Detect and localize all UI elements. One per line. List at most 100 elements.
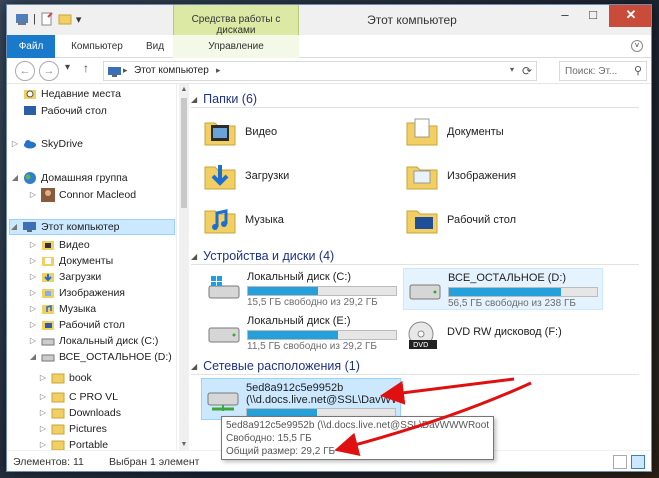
collapse-group-icon[interactable]: ◢: [191, 95, 197, 104]
sidebar-item-label: Видео: [59, 239, 90, 251]
sidebar-item-this-pc[interactable]: ◢ Этот компьютер: [9, 219, 175, 235]
network-drive-tile-z[interactable]: 5ed8a912c5e9952b (\\d.docs.live.net@SSL\…: [201, 378, 401, 420]
expand-arrow-icon[interactable]: ▷: [39, 421, 47, 437]
desktop-icon: [24, 106, 36, 115]
sidebar-item-pictures-d[interactable]: ▷ Pictures: [39, 421, 107, 437]
search-icon[interactable]: ⚲: [634, 64, 642, 77]
status-item-count: Элементов: 11: [13, 456, 84, 468]
folder-tile-pictures[interactable]: Изображения: [405, 156, 516, 196]
drive-label: 5ed8a912c5e9952b: [246, 382, 344, 394]
folder-tile-music[interactable]: Музыка: [203, 200, 284, 240]
dvd-drive-icon: DVD: [408, 321, 437, 349]
close-button[interactable]: ✕: [609, 5, 651, 27]
minimize-button[interactable]: –: [551, 5, 579, 27]
desktop-folder-icon: [42, 321, 54, 330]
expand-arrow-icon[interactable]: ▷: [29, 237, 37, 253]
folder-tile-video[interactable]: Видео: [203, 112, 277, 152]
sidebar-item-drive-c[interactable]: ▷ Локальный диск (C:): [29, 333, 158, 349]
breadcrumb-separator-icon[interactable]: ▸: [123, 65, 128, 76]
breadcrumb-separator-icon[interactable]: ▸: [216, 65, 221, 76]
expand-arrow-icon[interactable]: ▷: [29, 253, 37, 269]
tab-manage[interactable]: Управление: [173, 35, 299, 58]
sidebar-item-downloads[interactable]: ▷ Загрузки: [29, 269, 101, 285]
collapse-group-icon[interactable]: ◢: [191, 362, 197, 371]
sidebar-item-desktop-folder[interactable]: ▷ Рабочий стол: [29, 317, 125, 333]
collapse-arrow-icon[interactable]: ◢: [10, 219, 18, 235]
details-view-icon[interactable]: [613, 455, 627, 469]
folder-tile-desktop[interactable]: Рабочий стол: [405, 200, 516, 240]
tiles-view-icon[interactable]: [631, 455, 645, 469]
content-pane: ◢ Папки (6) Видео Документы Загрузки Изо…: [189, 84, 651, 450]
expand-arrow-icon[interactable]: ▷: [29, 333, 37, 349]
new-folder-icon[interactable]: [58, 12, 72, 26]
group-header-devices[interactable]: ◢ Устройства и диски (4): [191, 247, 639, 265]
folder-icon: [51, 408, 65, 419]
folder-tile-downloads[interactable]: Загрузки: [203, 156, 289, 196]
recent-locations-icon[interactable]: ▾: [65, 62, 70, 73]
sidebar-item-label: book: [69, 372, 92, 384]
scroll-up-icon[interactable]: ▲: [179, 86, 189, 93]
address-dropdown-icon[interactable]: ▾: [510, 65, 514, 74]
tooltip-line-name: 5ed8a912c5e9952b (\\d.docs.live.net@SSL\…: [226, 420, 489, 431]
sidebar-item-desktop[interactable]: Рабочий стол: [23, 103, 107, 119]
group-divider: [191, 264, 639, 265]
sidebar-item-c-pro-vl[interactable]: ▷ C PRO VL: [39, 389, 118, 405]
tab-file[interactable]: Файл: [7, 35, 55, 58]
group-header-folders[interactable]: ◢ Папки (6): [191, 90, 639, 108]
drive-label: ВСЕ_ОСТАЛЬНОЕ (D:): [448, 272, 567, 284]
forward-button[interactable]: →: [39, 61, 59, 81]
sidebar-item-downloads-d[interactable]: ▷ Downloads: [39, 405, 121, 421]
expand-arrow-icon[interactable]: ▷: [39, 370, 47, 386]
sidebar-item-documents[interactable]: ▷ Документы: [29, 253, 113, 269]
address-bar[interactable]: ▸ Этот компьютер ▸ ▾ ⟳: [103, 61, 537, 81]
scrollbar-thumb[interactable]: [181, 98, 187, 208]
up-button[interactable]: ↑: [83, 61, 89, 75]
maximize-button[interactable]: □: [579, 5, 607, 27]
search-box[interactable]: Поиск: Эт... ⚲: [559, 61, 647, 81]
sidebar-item-skydrive[interactable]: ▷ SkyDrive: [11, 136, 83, 152]
sidebar-item-recent-places[interactable]: Недавние места: [23, 86, 121, 102]
computer-icon: [108, 67, 121, 77]
sidebar-item-drive-d[interactable]: ◢ ВСЕ_ОСТАЛЬНОЕ (D:): [29, 349, 172, 365]
refresh-icon[interactable]: ⟳: [522, 64, 532, 78]
drive-tile-c[interactable]: Локальный диск (C:) 15,5 ГБ свободно из …: [203, 268, 399, 310]
expand-arrow-icon[interactable]: ▷: [39, 389, 47, 405]
collapse-arrow-icon[interactable]: ◢: [29, 349, 37, 365]
scroll-down-icon[interactable]: ▼: [179, 441, 189, 448]
customize-qat-icon[interactable]: ▾: [76, 13, 82, 26]
navigation-bar: ← → ▾ ↑ ▸ Этот компьютер ▸ ▾ ⟳ Поиск: Эт…: [7, 58, 651, 84]
sidebar-item-music[interactable]: ▷ Музыка: [29, 301, 96, 317]
collapse-group-icon[interactable]: ◢: [191, 252, 197, 261]
sidebar-item-book[interactable]: ▷ book: [39, 370, 92, 386]
back-button[interactable]: ←: [15, 61, 35, 81]
folder-tile-documents[interactable]: Документы: [405, 112, 504, 152]
properties-icon[interactable]: [40, 12, 54, 26]
expand-arrow-icon[interactable]: ▷: [39, 405, 47, 421]
context-tools-header: Средства работы с дисками: [173, 5, 299, 36]
sidebar-item-user[interactable]: ▷ Connor Macleod: [29, 187, 136, 203]
folder-label: Рабочий стол: [447, 214, 517, 226]
expand-arrow-icon[interactable]: ▷: [29, 285, 37, 301]
tab-computer[interactable]: Компьютер: [65, 35, 129, 58]
group-header-network[interactable]: ◢ Сетевые расположения (1): [191, 357, 639, 375]
sidebar-item-homegroup[interactable]: ◢ Домашняя группа: [11, 170, 128, 186]
drive-tile-dvd[interactable]: DVD DVD RW дисковод (F:): [403, 312, 599, 354]
expand-arrow-icon[interactable]: ▷: [29, 301, 37, 317]
sidebar-item-pictures[interactable]: ▷ Изображения: [29, 285, 125, 301]
sidebar-scrollbar[interactable]: ▲ ▼: [179, 84, 189, 450]
sidebar-item-label: Downloads: [69, 407, 121, 419]
expand-arrow-icon[interactable]: ▷: [29, 269, 37, 285]
breadcrumb-current[interactable]: Этот компьютер: [134, 65, 209, 76]
expand-arrow-icon[interactable]: ▷: [29, 317, 37, 333]
expand-arrow-icon[interactable]: ▷: [29, 187, 37, 203]
sidebar-item-video[interactable]: ▷ Видео: [29, 237, 90, 253]
collapse-arrow-icon[interactable]: ◢: [11, 170, 19, 186]
drive-tile-e[interactable]: Локальный диск (E:) 11,5 ГБ свободно из …: [203, 312, 399, 354]
expand-arrow-icon[interactable]: ▷: [11, 136, 19, 152]
drive-tile-d[interactable]: ВСЕ_ОСТАЛЬНОЕ (D:) 56,5 ГБ свободно из 2…: [403, 268, 603, 310]
ribbon-expand-icon[interactable]: ˅: [631, 40, 643, 52]
group-divider: [191, 374, 639, 375]
drive-free-space: 15,5 ГБ свободно из 29,2 ГБ: [247, 297, 378, 308]
tab-view[interactable]: Вид: [137, 35, 173, 58]
sidebar-item-label: Загрузки: [59, 271, 102, 283]
